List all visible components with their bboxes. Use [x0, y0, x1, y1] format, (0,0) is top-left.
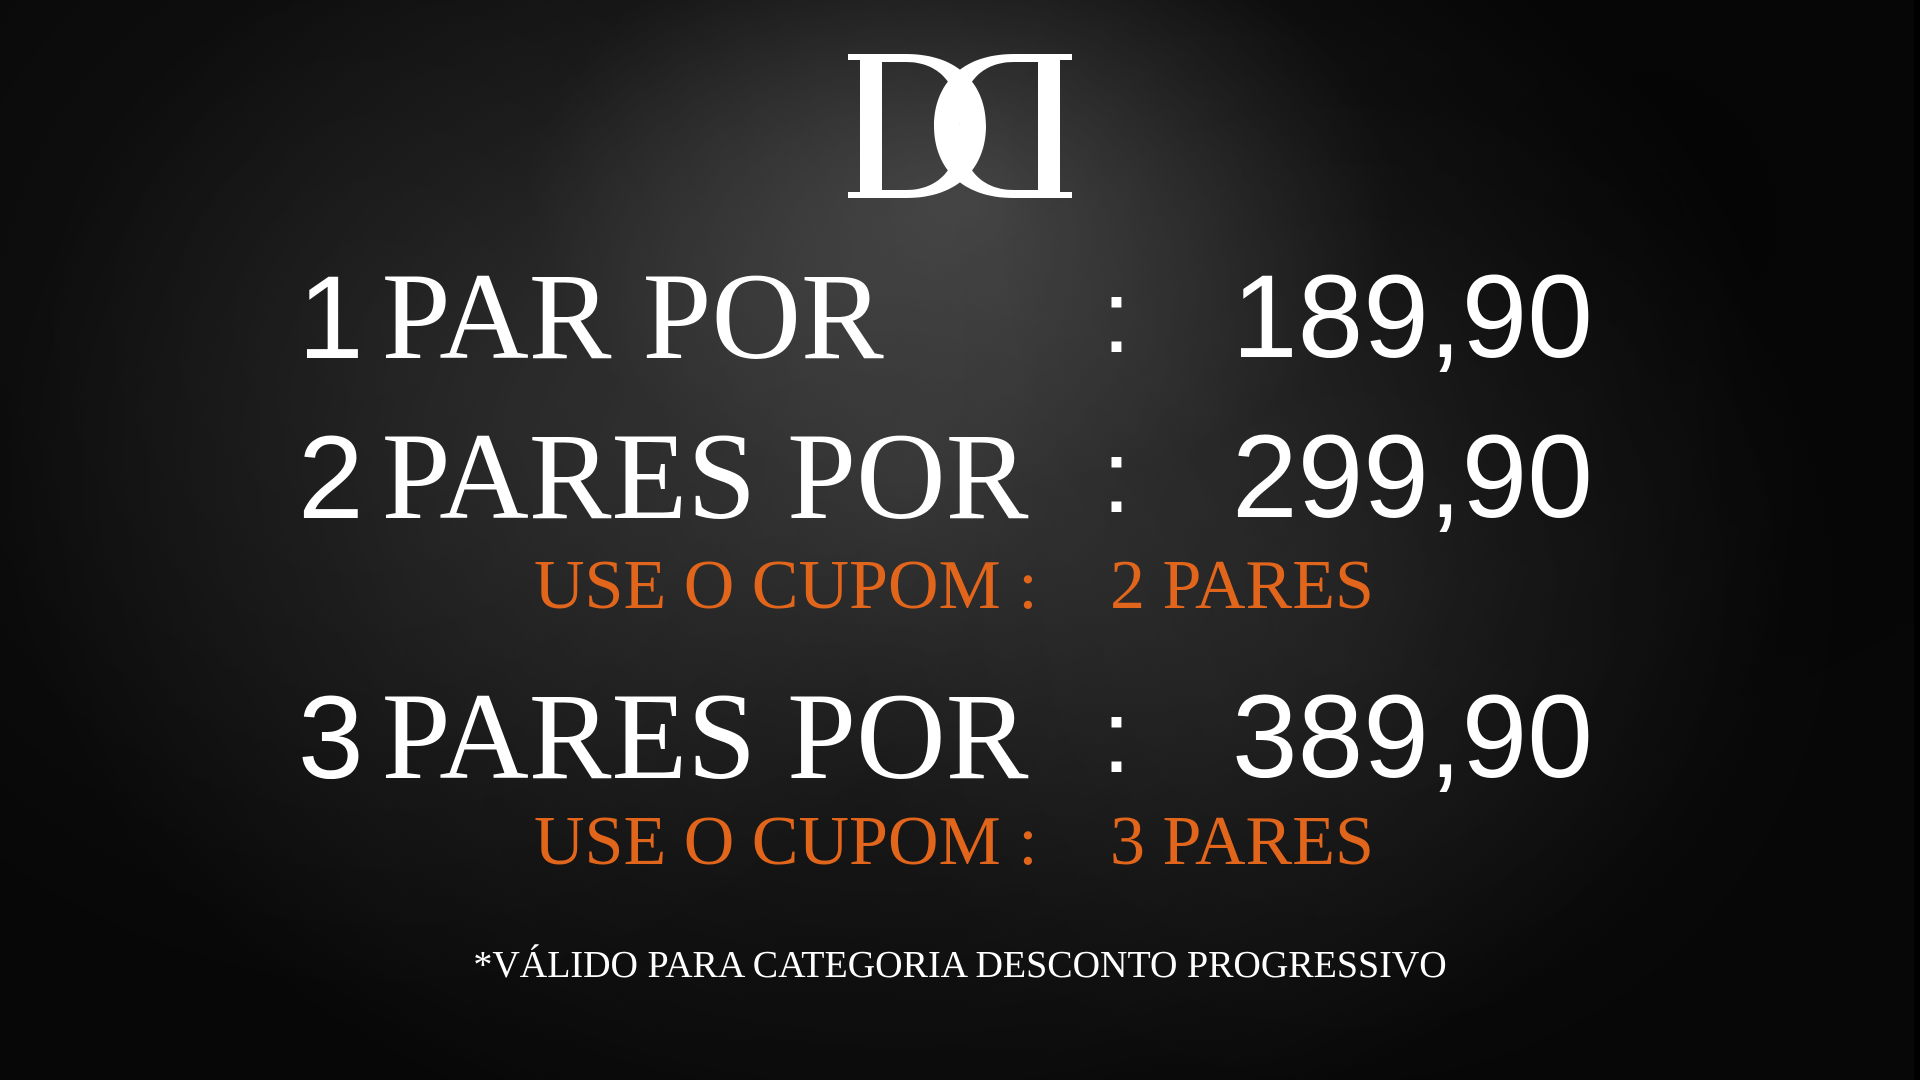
offer-label: 3 PARES POR — [298, 672, 1028, 804]
offer-row-3: 3 PARES POR : 389,90 — [0, 671, 1920, 804]
offer-text: PAR POR — [381, 248, 884, 385]
coupon-line-2-pares: USE O CUPOM : 2 PARES — [0, 546, 1920, 626]
offer-colon: : — [1102, 259, 1131, 375]
letterbox-edge — [1914, 0, 1920, 1080]
coupon-label: USE O CUPOM : — [534, 547, 1038, 624]
offer-quantity: 3 — [298, 672, 364, 804]
offer-price: 189,90 — [1232, 251, 1593, 383]
offer-price: 389,90 — [1232, 671, 1593, 803]
offer-row-1: 1 PAR POR : 189,90 — [0, 251, 1920, 384]
offer-label: 2 PARES POR — [298, 412, 1028, 544]
promo-slide: 1 PAR POR : 189,90 2 PARES POR : 299,90 US… — [0, 0, 1920, 1080]
offer-quantity: 1 — [298, 252, 364, 384]
offer-quantity: 2 — [298, 412, 364, 544]
offer-text: PARES POR — [381, 668, 1029, 805]
coupon-code: 3 PARES — [1110, 803, 1374, 880]
offer-price: 299,90 — [1232, 411, 1593, 543]
dd-logo — [848, 54, 1072, 198]
coupon-line-3-pares: USE O CUPOM : 3 PARES — [0, 802, 1920, 882]
footnote: *VÁLIDO PARA CATEGORIA DESCONTO PROGRESS… — [473, 944, 1447, 986]
coupon-code: 2 PARES — [1110, 547, 1374, 624]
offer-colon: : — [1102, 419, 1131, 535]
offer-text: PARES POR — [381, 408, 1029, 545]
offer-row-2: 2 PARES POR : 299,90 — [0, 411, 1920, 544]
offer-label: 1 PAR POR — [298, 252, 884, 384]
offer-colon: : — [1102, 679, 1131, 795]
coupon-label: USE O CUPOM : — [534, 803, 1038, 880]
